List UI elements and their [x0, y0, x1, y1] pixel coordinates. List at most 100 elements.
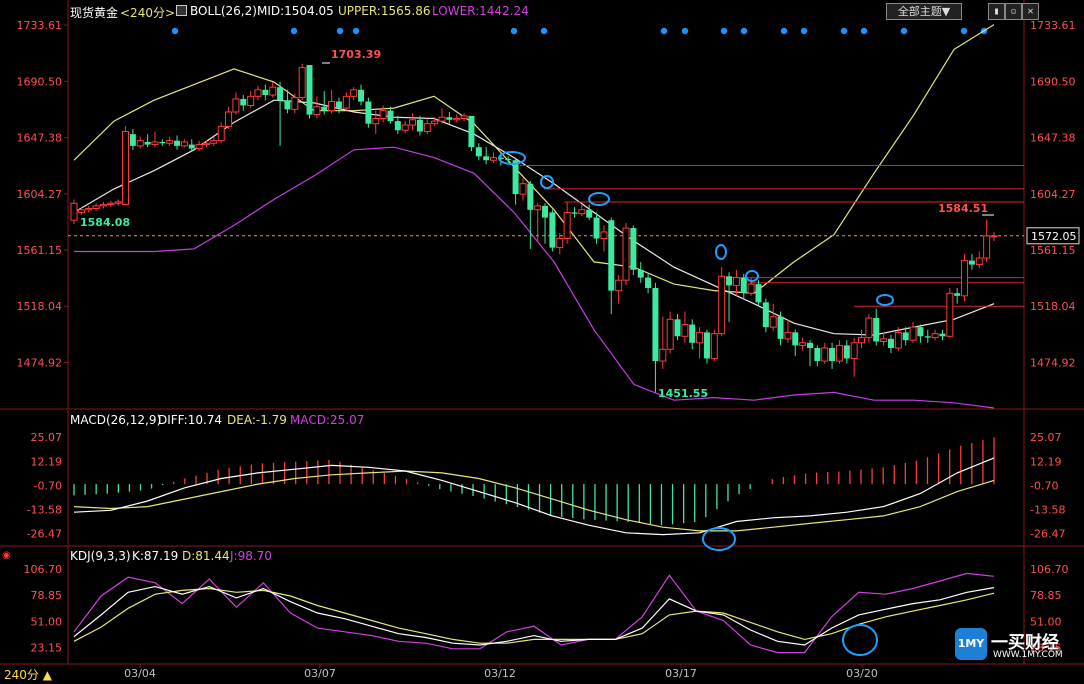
candle-body-up: [136, 140, 144, 147]
macd-tick-right: 12.19: [1030, 455, 1062, 468]
candle-body-down: [740, 277, 747, 294]
candle-body-down: [527, 183, 534, 210]
candle-body-down: [306, 65, 313, 115]
signal-dot: [840, 27, 848, 35]
annotation-right-high: 1584.51: [938, 202, 988, 215]
candle-body-down: [416, 119, 423, 132]
candle-body-down: [483, 156, 490, 161]
candle-body-up: [291, 97, 299, 110]
boll-toggle-icon[interactable]: [176, 5, 187, 16]
candle-body-down: [703, 332, 710, 359]
candle-body-up: [313, 106, 321, 116]
annotation-high: 1703.39: [331, 48, 381, 61]
candle-body-up: [747, 283, 755, 294]
signal-dot: [780, 27, 788, 35]
candle-body-down: [968, 260, 975, 265]
date-label: 03/04: [124, 667, 156, 680]
kdj-settings-icon[interactable]: ◉: [2, 550, 11, 561]
candle-body-down: [262, 89, 269, 96]
candle-body-down: [593, 217, 600, 239]
candle-body-up: [453, 118, 461, 121]
watermark-url: WWW.1MY.COM: [993, 650, 1063, 660]
candle-body-up: [269, 86, 277, 96]
candle-body-up: [379, 110, 387, 119]
candle-body-down: [814, 348, 821, 362]
boll-label: BOLL(26,2): [190, 4, 257, 18]
candle-body-up: [615, 279, 623, 292]
kdj-label: KDJ(9,3,3): [70, 549, 131, 563]
candle-body-up: [600, 231, 608, 239]
candle-body-down: [873, 318, 880, 342]
candle-body-up: [718, 275, 726, 335]
candle-body-down: [608, 220, 615, 291]
candle-body-down: [777, 316, 784, 339]
candle-body-up: [225, 111, 233, 127]
kdj-j: J:98.70: [230, 549, 272, 563]
period-selector[interactable]: 240分 ▲: [4, 666, 52, 683]
signal-dot: [860, 27, 868, 35]
candle-body-down: [394, 121, 401, 131]
candle-body-up: [799, 342, 807, 346]
kdj-tick-right: 106.70: [1030, 563, 1069, 576]
candle-body-up: [946, 292, 954, 337]
macd-tick-right: -0.70: [1030, 479, 1058, 492]
price-tick-right: 1690.50: [1030, 75, 1076, 88]
candle-body-down: [174, 140, 181, 146]
boll-upper: UPPER:1565.86: [338, 4, 431, 18]
signal-dot: [660, 27, 668, 35]
boll-mid: MID:1504.05: [257, 4, 334, 18]
candle-body-up: [92, 205, 100, 209]
candle-body-up: [732, 277, 740, 286]
theme-dropdown-button[interactable]: 全部主题▼: [886, 3, 962, 20]
candle-body-down: [674, 319, 681, 337]
candle-body-up: [865, 317, 873, 339]
candle-body-up: [99, 204, 107, 207]
candle-body-up: [195, 144, 203, 149]
candle-body-up: [401, 124, 409, 131]
candle-body-up: [438, 116, 446, 122]
price-tick-left: 1604.27: [17, 188, 63, 201]
candle-body-down: [586, 209, 593, 218]
macd-tick-left: -13.58: [27, 504, 62, 517]
candle-body-down: [807, 342, 813, 349]
macd-header: MACD(26,12,9) DIFF:10.74 DEA:-1.79 MACD:…: [0, 410, 600, 428]
candle-body-down: [321, 106, 328, 111]
candle-body-up: [298, 67, 306, 99]
kdj-k: K:87.19: [132, 549, 179, 563]
date-label: 03/07: [304, 667, 336, 680]
candle-body-down: [689, 324, 696, 343]
candle-body-up: [423, 123, 431, 133]
close-icon[interactable]: ✕: [1022, 3, 1039, 20]
candle-body-up: [460, 115, 468, 119]
minimize-icon[interactable]: ▮: [988, 3, 1005, 20]
macd-label: MACD(26,12,9): [70, 413, 162, 427]
signal-dot: [900, 27, 908, 35]
candle-body-up: [409, 119, 417, 126]
candle-body-up: [578, 209, 586, 215]
period-label[interactable]: <240分>: [120, 4, 175, 21]
price-tick-left: 1647.38: [17, 132, 63, 145]
candle-body-up: [909, 326, 917, 341]
macd-tick-right: -13.58: [1030, 504, 1065, 517]
candle-body-up: [696, 331, 704, 344]
restore-icon[interactable]: ▫: [1005, 3, 1022, 20]
candle-body-up: [931, 333, 939, 339]
candle-body-up: [983, 235, 991, 259]
candle-body-up: [659, 348, 667, 362]
watermark-logo: 1MY: [955, 628, 987, 660]
candle-body-up: [70, 202, 78, 221]
candle-body-down: [571, 212, 578, 214]
candle-body-up: [247, 95, 255, 106]
candle-body-down: [939, 333, 946, 337]
candle-body-up: [681, 324, 689, 337]
annotation-low: 1451.55: [658, 387, 708, 400]
annotation-left-price: 1584.08: [80, 216, 130, 229]
candle-body-up: [151, 141, 159, 146]
macd-tick-left: -0.70: [34, 479, 62, 492]
current-price-label: 1572.05: [1031, 230, 1077, 243]
candle-body-up: [180, 141, 188, 147]
candle-body-up: [784, 331, 792, 340]
candle-body-down: [954, 293, 961, 296]
signal-dot: [352, 27, 360, 35]
signal-dot: [681, 27, 689, 35]
